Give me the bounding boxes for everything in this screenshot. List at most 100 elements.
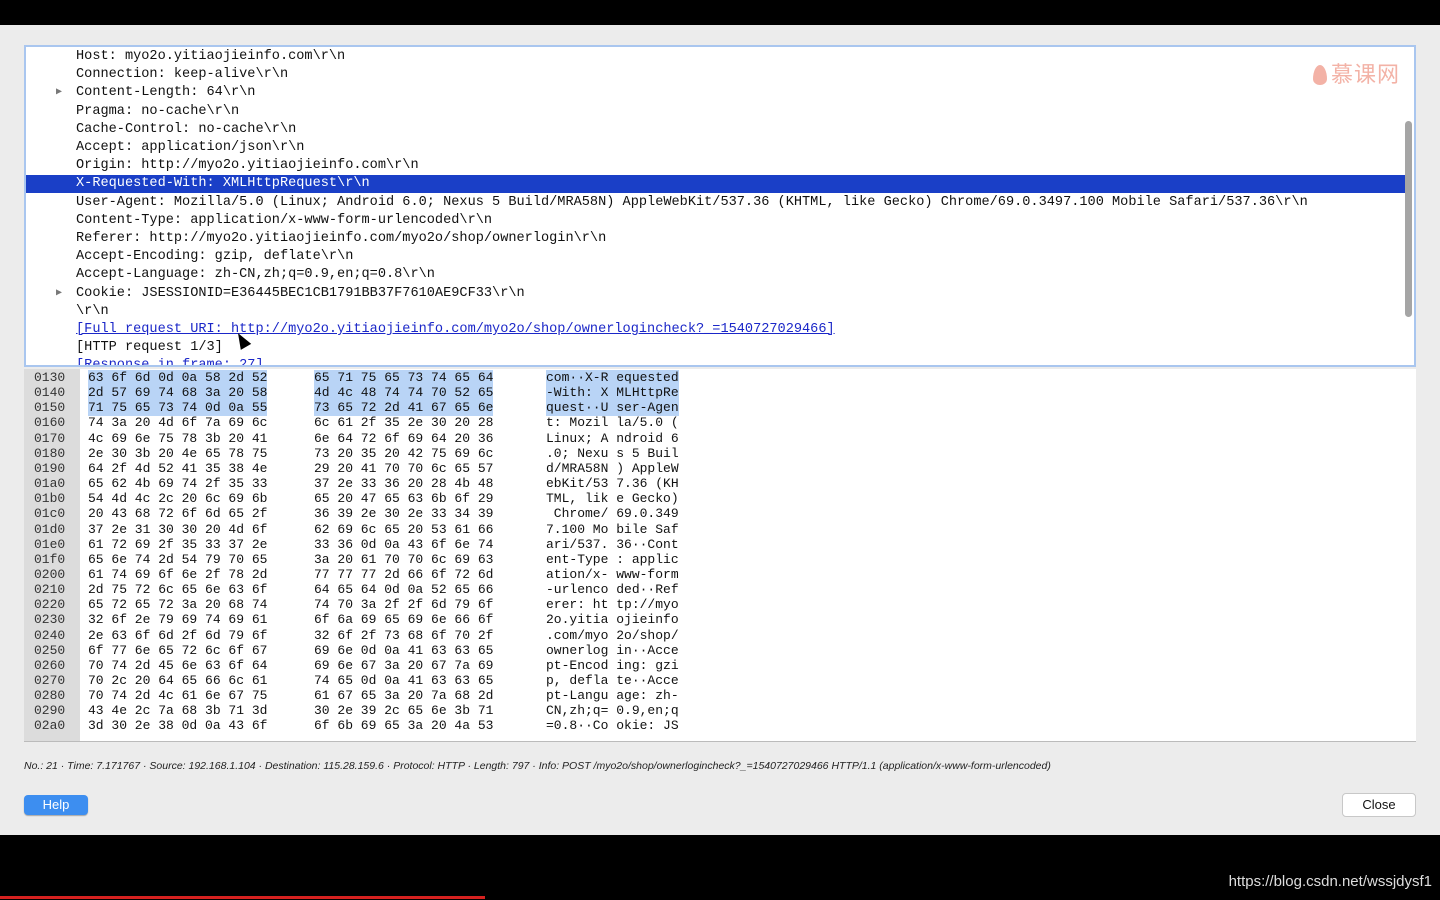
hex-row[interactable]: 02a0 3d 30 2e 38 0d 0a 43 6f 6f 6b 69 65 3… (24, 718, 724, 733)
expand-arrow-icon[interactable]: ▶ (56, 84, 62, 102)
hex-off: 0250 (34, 642, 66, 658)
hex-row[interactable]: 01f0 65 6e 74 2d 54 79 70 65 3a 20 61 70 7… (24, 552, 724, 567)
hex-off: 01f0 (34, 551, 66, 567)
tree-row[interactable]: X-Requested-With: XMLHttpRequest\r\n (26, 175, 1406, 194)
close-button[interactable]: Close (1342, 793, 1416, 817)
hex-hex1: 64 2f 4d 52 41 35 38 4e (88, 460, 268, 476)
hex-ascii: =0.8··Co okie: JS (546, 718, 679, 734)
hex-ascii: ownerlog in··Acce (546, 642, 679, 658)
video-progress-bar[interactable] (0, 896, 486, 899)
packet-details-pane[interactable]: 慕课网 Host: myo2o.yitiaojieinfo.com\r\n Con… (24, 45, 1416, 367)
expand-arrow-icon[interactable]: ▶ (56, 285, 62, 303)
hex-row[interactable]: 0150 71 75 65 73 74 0d 0a 55 73 65 72 2d 4… (24, 400, 724, 416)
hex-hex2: 74 70 3a 2f 2f 6d 79 6f (314, 597, 494, 613)
hex-off: 01b0 (34, 491, 66, 507)
tree-row[interactable]: ▶ Content-Length: 64\r\n (26, 84, 1406, 102)
tree-row[interactable]: Cache-Control: no-cache\r\n (26, 121, 1406, 139)
hex-hex1: 32 6f 2e 79 69 74 69 61 (88, 612, 268, 628)
tree-row[interactable]: [Response in frame: 27] (26, 357, 1406, 365)
hex-row[interactable]: 0270 70 2c 20 64 65 66 6c 61 74 65 0d 0a 4… (24, 673, 724, 688)
tree-row-text: Accept: application/json\r\n (76, 140, 305, 155)
tree-row[interactable]: \r\n (26, 303, 1406, 321)
tree-row[interactable]: Content-Type: application/x-www-form-url… (26, 212, 1406, 230)
hex-row[interactable]: 0130 63 6f 6d 0d 0a 58 2d 52 65 71 75 65 7… (24, 370, 724, 386)
hex-ascii: pt-Langu age: zh- (546, 688, 679, 704)
tree-row-text: \r\n (76, 303, 109, 319)
hex-ascii: -urlenco ded··Ref (546, 582, 679, 598)
hex-hex2: 29 20 41 70 70 6c 65 57 (314, 460, 494, 476)
hex-row[interactable]: 0280 70 74 2d 4c 61 6e 67 75 61 67 65 3a 2… (24, 688, 724, 703)
tree-row-text: Connection: keep-alive\r\n (76, 67, 289, 83)
hex-row[interactable]: 0290 43 4e 2c 7a 68 3b 71 3d 30 2e 39 2c 6… (24, 703, 724, 718)
tree-row[interactable]: Connection: keep-alive\r\n (26, 66, 1406, 84)
hex-ascii: -With: X MLHttpRe (546, 385, 679, 401)
tree-row-text: [HTTP request 1/3] (76, 340, 223, 356)
hex-hex1: 65 6e 74 2d 54 79 70 65 (88, 551, 268, 567)
tree-row-text: Cookie: JSESSIONID=E36445BEC1CB1791BB37F… (76, 285, 525, 301)
tree-row[interactable]: Accept-Encoding: gzip, deflate\r\n (26, 248, 1406, 266)
hex-row[interactable]: 01c0 20 43 68 72 6f 6d 65 2f 36 39 2e 30 2… (24, 506, 724, 521)
hex-row[interactable]: 0180 2e 30 3b 20 4e 65 78 75 73 20 35 20 4… (24, 446, 724, 461)
hex-row[interactable]: 01e0 61 72 69 2f 35 33 37 2e 33 36 0d 0a 4… (24, 537, 724, 552)
tree-row-text: Pragma: no-cache\r\n (76, 103, 240, 119)
hex-off: 0270 (34, 673, 66, 688)
hex-hex1: 2e 30 3b 20 4e 65 78 75 (88, 445, 268, 461)
hex-off: 0160 (34, 415, 66, 431)
hex-row[interactable]: 0210 2d 75 72 6c 65 6e 63 6f 64 65 64 0d 0… (24, 582, 724, 597)
hex-ascii: CN,zh;q= 0.9,en;q (546, 703, 679, 719)
hex-ascii: ent-Type : applic (546, 551, 679, 567)
hex-off: 0200 (34, 566, 66, 582)
hex-hex1: 70 2c 20 64 65 66 6c 61 (88, 673, 268, 688)
hex-ascii: pt-Encod ing: gzi (546, 657, 679, 673)
hex-row[interactable]: 01b0 54 4d 4c 2c 20 6c 69 6b 65 20 47 65 6… (24, 491, 724, 506)
details-scrollbar[interactable] (1405, 121, 1412, 317)
hex-off: 0170 (34, 430, 66, 446)
hex-row[interactable]: 0230 32 6f 2e 79 69 74 69 61 6f 6a 69 65 6… (24, 612, 724, 627)
tree-row[interactable]: Host: myo2o.yitiaojieinfo.com\r\n (26, 48, 1406, 66)
tree-row[interactable]: Pragma: no-cache\r\n (26, 103, 1406, 121)
tree-row[interactable]: [HTTP request 1/3] (26, 339, 1406, 357)
footer-url: https://blog.csdn.net/wssjdysf1 (1228, 873, 1432, 890)
hex-ascii: .0; Nexu s 5 Buil (546, 445, 679, 461)
hex-row[interactable]: 0260 70 74 2d 45 6e 63 6f 64 69 6e 67 3a 2… (24, 658, 724, 673)
tree-row[interactable]: Origin: http://myo2o.yitiaojieinfo.com\r… (26, 157, 1406, 175)
hex-off: 01a0 (34, 476, 66, 492)
hex-hex1: 65 72 65 72 3a 20 68 74 (88, 597, 268, 613)
hex-ascii: ation/x- www-form (546, 566, 679, 582)
tree-row[interactable]: Accept-Language: zh-CN,zh;q=0.9,en;q=0.8… (26, 266, 1406, 284)
hex-row[interactable]: 0250 6f 77 6e 65 72 6c 6f 67 69 6e 0d 0a 4… (24, 643, 724, 658)
hex-hex2: 65 20 47 65 63 6b 6f 29 (314, 491, 494, 507)
hex-hex1: 3d 30 2e 38 0d 0a 43 6f (88, 718, 268, 734)
hex-row[interactable]: 0170 4c 69 6e 75 78 3b 20 41 6e 64 72 6f 6… (24, 431, 724, 446)
hex-hex2: 6f 6b 69 65 3a 20 4a 53 (314, 718, 494, 734)
hex-hex1: 2e 63 6f 6d 2f 6d 79 6f (88, 627, 268, 643)
hex-ascii: p, defla te··Acce (546, 673, 679, 688)
hex-hex2: 61 67 65 3a 20 7a 68 2d (314, 688, 494, 704)
hex-row[interactable]: 0220 65 72 65 72 3a 20 68 74 74 70 3a 2f 2… (24, 597, 724, 612)
hex-off: 01c0 (34, 506, 66, 522)
hex-off: 0280 (34, 688, 66, 704)
tree-row[interactable]: User-Agent: Mozilla/5.0 (Linux; Android … (26, 194, 1406, 212)
hex-row[interactable]: 0140 2d 57 69 74 68 3a 20 58 4d 4c 48 74 7… (24, 385, 724, 401)
hex-hex2: 6c 61 2f 35 2e 30 20 28 (314, 415, 494, 431)
hex-row[interactable]: 0190 64 2f 4d 52 41 35 38 4e 29 20 41 70 7… (24, 461, 724, 476)
hex-row[interactable]: 0160 74 3a 20 4d 6f 7a 69 6c 6c 61 2f 35 2… (24, 415, 724, 430)
packet-bytes-pane[interactable]: 0130 63 6f 6d 0d 0a 58 2d 52 65 71 75 65 7… (24, 369, 1416, 742)
hex-row[interactable]: 01d0 37 2e 31 30 30 20 4d 6f 62 69 6c 65 2… (24, 522, 724, 537)
hex-ascii: 2o.yitia ojieinfo (546, 612, 679, 628)
tree-row[interactable]: ▶ Cookie: JSESSIONID=E36445BEC1CB1791BB37… (26, 285, 1406, 303)
hex-off: 0240 (34, 627, 66, 643)
tree-row-text: Origin: http://myo2o.yitiaojieinfo.com\r… (76, 158, 419, 174)
hex-off: 0140 (34, 385, 66, 401)
tree-row[interactable]: Accept: application/json\r\n (26, 139, 1406, 157)
hex-off: 0230 (34, 612, 66, 628)
tree-row[interactable]: Referer: http://myo2o.yitiaojieinfo.com/… (26, 230, 1406, 248)
hex-row[interactable]: 01a0 65 62 4b 69 74 2f 35 33 37 2e 33 36 2… (24, 476, 724, 491)
tree-row-text: Content-Length: 64\r\n (76, 85, 256, 101)
help-button[interactable]: Help (24, 795, 88, 815)
hex-row[interactable]: 0200 61 74 69 6f 6e 2f 78 2d 77 77 77 2d 6… (24, 567, 724, 582)
hex-ascii: ebKit/53 7.36 (KH (546, 476, 679, 492)
hex-row[interactable]: 0240 2e 63 6f 6d 2f 6d 79 6f 32 6f 2f 73 6… (24, 628, 724, 643)
hex-off: 0260 (34, 657, 66, 673)
hex-hex2: 32 6f 2f 73 68 6f 70 2f (314, 627, 494, 643)
